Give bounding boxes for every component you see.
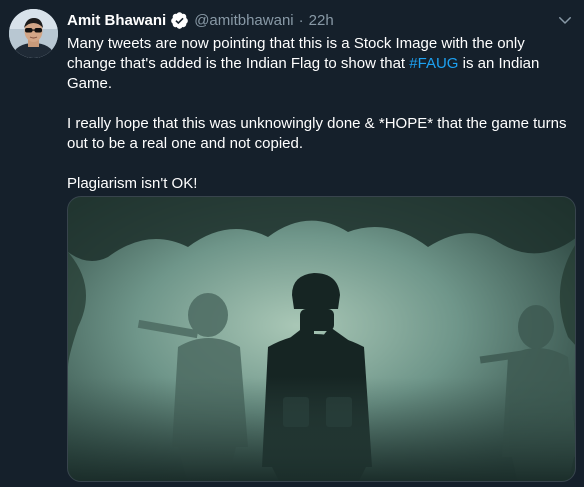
tweet-card[interactable]: Amit Bhawani @amitbhawani · 22h Many twe… <box>0 0 584 487</box>
hashtag-link[interactable]: #FAUG <box>409 55 458 72</box>
tweet-paragraph-1: Many tweets are now pointing that this i… <box>67 34 567 94</box>
author-avatar[interactable] <box>9 9 58 58</box>
tweet-text: Many tweets are now pointing that this i… <box>67 34 567 194</box>
tweet-paragraph-3: Plagiarism isn't OK! <box>67 175 198 192</box>
tweet-media-photo[interactable] <box>67 196 576 482</box>
user-avatar-icon <box>9 9 58 58</box>
tweet-paragraph-2: I really hope that this was unknowingly … <box>67 115 567 152</box>
author-handle[interactable]: @amitbhawani <box>194 12 293 29</box>
soldiers-photo-image <box>68 197 575 481</box>
author-display-name[interactable]: Amit Bhawani <box>67 12 166 29</box>
tweet-timestamp[interactable]: 22h <box>309 12 334 29</box>
tweet-header: Amit Bhawani @amitbhawani · 22h <box>67 9 334 31</box>
chevron-down-icon[interactable] <box>556 11 574 29</box>
header-separator: · <box>298 11 304 29</box>
verified-badge-icon <box>171 11 188 29</box>
